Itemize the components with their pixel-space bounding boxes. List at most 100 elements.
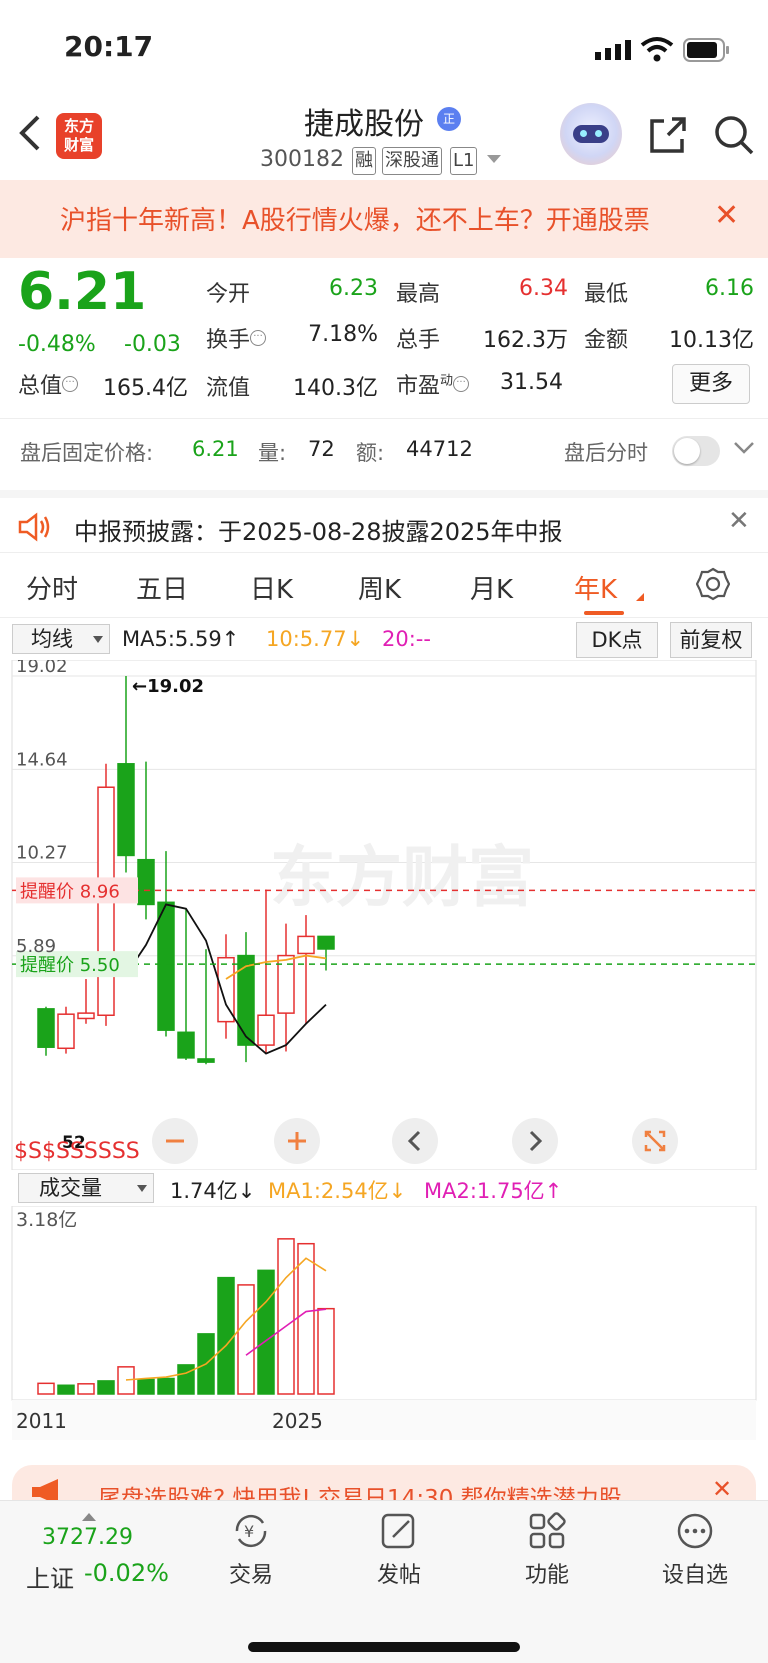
y-tick-label: 10.27 bbox=[16, 842, 68, 863]
change-percent: -0.48% bbox=[18, 332, 96, 357]
volume-bar bbox=[97, 1380, 115, 1395]
adjust-button[interactable]: 前复权 bbox=[670, 622, 752, 658]
volume-bar bbox=[237, 1284, 255, 1395]
candle-body bbox=[57, 1013, 75, 1050]
battery-icon bbox=[683, 38, 729, 62]
share-icon[interactable] bbox=[646, 113, 690, 157]
yen-cycle-icon: ¥ bbox=[235, 1514, 267, 1548]
alert-label[interactable]: 提醒价 5.50 bbox=[20, 955, 120, 976]
verified-badge-icon: 正 bbox=[437, 107, 461, 131]
nav-trade-label: 交易 bbox=[228, 1563, 273, 1588]
status-bar: 20:17 bbox=[0, 0, 768, 95]
candle-body bbox=[157, 901, 175, 1031]
stock-name: 捷成股份 bbox=[304, 107, 424, 142]
signal-icon bbox=[595, 40, 631, 60]
zoom-in-button[interactable] bbox=[274, 1118, 320, 1164]
back-icon[interactable] bbox=[16, 113, 46, 153]
high-value: 6.34 bbox=[519, 276, 568, 301]
chevron-right-icon[interactable] bbox=[512, 1118, 558, 1164]
app-logo: 东方 财富 bbox=[56, 113, 102, 159]
zoom-out-button[interactable] bbox=[152, 1118, 198, 1164]
ah-vol-label: 量: bbox=[258, 441, 287, 465]
candle-body bbox=[37, 1008, 55, 1048]
s-point-markers[interactable]: $S$SSSSSS bbox=[14, 1139, 140, 1164]
promo-banner[interactable]: 沪指十年新高！A股行情火爆，还不上车？开通股票 ✕ bbox=[0, 180, 768, 258]
wifi-icon bbox=[640, 37, 674, 62]
info-icon[interactable]: ··· bbox=[250, 329, 267, 346]
more-button[interactable]: 更多 bbox=[672, 364, 750, 404]
tab-weekly-k[interactable]: 周K bbox=[358, 569, 401, 606]
pe-value: 31.54 bbox=[500, 370, 563, 395]
close-icon[interactable]: ✕ bbox=[712, 1475, 732, 1503]
ad-strip[interactable]: 尾盘选股难? 快用我! 交易日14:30 帮你精选潜力股 ✕ bbox=[12, 1465, 756, 1505]
dk-point-button[interactable]: DK点 bbox=[576, 622, 658, 658]
tag-connect: 深股通 bbox=[382, 147, 442, 175]
nav-trade[interactable]: ¥ 交易 bbox=[196, 1511, 306, 1589]
nav-post[interactable]: 发帖 bbox=[344, 1511, 454, 1589]
volume-max-label: 3.18亿 bbox=[16, 1209, 77, 1231]
open-value: 6.23 bbox=[329, 276, 378, 301]
chevron-down-icon[interactable] bbox=[733, 439, 755, 457]
notice-text: 中报预披露：于2025-08-28披露2025年中报 bbox=[74, 518, 563, 546]
index-change[interactable]: -0.02% bbox=[84, 1559, 169, 1587]
period-tabs: 分时 五日 日K 周K 月K 年K bbox=[0, 552, 768, 618]
watermark-text: 东方财富 bbox=[270, 839, 534, 916]
tab-monthly-k[interactable]: 月K bbox=[470, 569, 513, 606]
change-amount: -0.03 bbox=[124, 332, 181, 357]
volume-bar bbox=[157, 1377, 175, 1395]
tag-level: L1 bbox=[450, 147, 478, 175]
kline-chart[interactable]: 东方财富 提醒价 8.96 提醒价 5.50 19.02 14.64 10.27 5.8… bbox=[0, 660, 768, 1170]
nav-post-label: 发帖 bbox=[376, 1563, 421, 1588]
tab-intraday[interactable]: 分时 bbox=[26, 569, 78, 606]
fullscreen-icon[interactable] bbox=[632, 1118, 678, 1164]
gear-icon[interactable] bbox=[696, 567, 730, 601]
chevron-down-icon[interactable] bbox=[487, 155, 501, 163]
y-tick-label: 5.89 bbox=[16, 936, 56, 957]
index-value[interactable]: 3727.29 bbox=[42, 1525, 133, 1550]
low-label: 最低 bbox=[584, 282, 629, 307]
info-icon[interactable]: ··· bbox=[453, 375, 470, 392]
active-tab-indicator bbox=[584, 611, 624, 615]
nav-add-watchlist[interactable]: 设自选 bbox=[640, 1511, 750, 1589]
ma10-value: 10:5.77↓ bbox=[266, 627, 365, 651]
promo-banner-text: 沪指十年新高！A股行情火爆，还不上车？开通股票 bbox=[60, 206, 650, 236]
candle-body bbox=[297, 935, 315, 955]
index-name[interactable]: 上证 bbox=[26, 1559, 74, 1594]
volume-ma1: MA1:2.54亿↓ bbox=[268, 1179, 407, 1203]
amount-value: 10.13亿 bbox=[669, 328, 754, 353]
after-hours-toggle[interactable] bbox=[672, 436, 720, 466]
tab-daily-k[interactable]: 日K bbox=[250, 569, 293, 606]
close-icon[interactable]: ✕ bbox=[728, 506, 750, 536]
alert-label[interactable]: 提醒价 8.96 bbox=[20, 881, 120, 902]
ma20-value: 20:-- bbox=[382, 627, 431, 651]
volume-bar bbox=[317, 1307, 335, 1395]
grid-icon bbox=[529, 1512, 566, 1549]
earnings-notice[interactable]: 中报预披露：于2025-08-28披露2025年中报 ✕ bbox=[0, 490, 768, 552]
tab-five-day[interactable]: 五日 bbox=[136, 569, 188, 606]
mktcap-label: 总值 ··· bbox=[18, 368, 79, 400]
ah-amt-label: 额: bbox=[356, 441, 385, 465]
chevron-left-icon[interactable] bbox=[392, 1118, 438, 1164]
volume-indicator-select[interactable]: 成交量 bbox=[18, 1173, 154, 1203]
volume-bar bbox=[137, 1378, 155, 1395]
toggle-knob bbox=[674, 438, 700, 464]
info-icon[interactable]: ··· bbox=[62, 375, 79, 392]
tab-corner-mark bbox=[636, 593, 644, 601]
assistant-robot-icon[interactable] bbox=[560, 103, 622, 165]
home-indicator bbox=[248, 1642, 520, 1652]
tab-yearly-k[interactable]: 年K bbox=[574, 569, 617, 606]
after-hours-row: 盘后固定价格: 6.21 量: 72 额: 44712 盘后分时 bbox=[0, 418, 768, 480]
volume-bar bbox=[117, 1366, 135, 1395]
volume-bar bbox=[37, 1382, 55, 1395]
nav-functions[interactable]: 功能 bbox=[492, 1511, 602, 1589]
volume-chart[interactable]: 3.18亿 2011 2025 bbox=[0, 1206, 768, 1446]
nav-add-watchlist-label: 设自选 bbox=[661, 1563, 728, 1588]
volume-bar bbox=[277, 1238, 295, 1395]
more-dots-icon bbox=[677, 1513, 713, 1549]
search-icon[interactable] bbox=[712, 113, 756, 157]
candle-body bbox=[117, 763, 135, 857]
amount-label: 金额 bbox=[584, 328, 629, 353]
chevron-up-icon[interactable] bbox=[82, 1513, 96, 1521]
close-icon[interactable]: ✕ bbox=[714, 198, 739, 233]
indicator-select[interactable]: 均线 bbox=[12, 624, 110, 654]
